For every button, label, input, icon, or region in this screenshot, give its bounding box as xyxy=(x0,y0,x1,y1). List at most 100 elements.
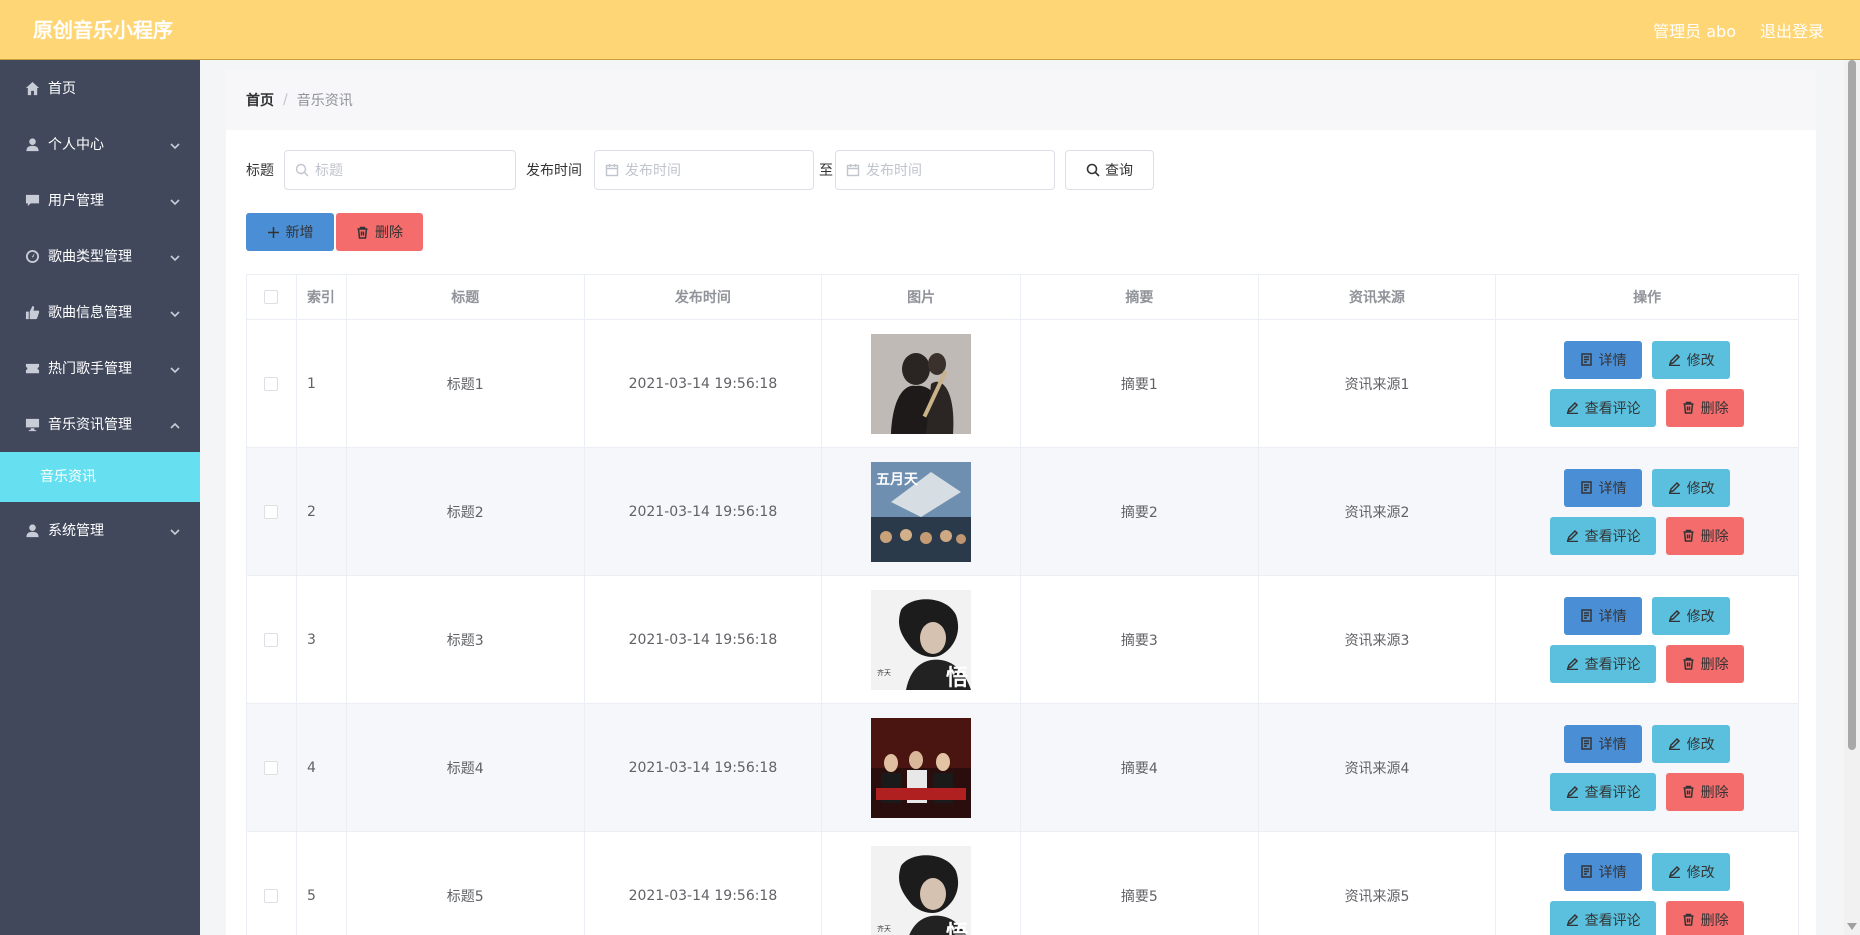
edit-button-label: 修改 xyxy=(1686,352,1715,369)
edit-button[interactable]: 修改 xyxy=(1652,852,1731,891)
cell-index: 1 xyxy=(297,320,347,447)
header-title: 标题 xyxy=(347,275,585,319)
select-all-checkbox[interactable] xyxy=(264,290,279,304)
submenu-item-music-news[interactable]: 音乐资讯 xyxy=(0,452,200,502)
edit-button[interactable]: 修改 xyxy=(1652,724,1731,763)
row-checkbox[interactable] xyxy=(264,504,279,519)
delete-button[interactable]: 删除 xyxy=(1666,644,1745,683)
delete-button-label: 删除 xyxy=(1700,400,1729,417)
cell-source: 资讯来源1 xyxy=(1259,320,1497,447)
view-comments-button[interactable]: 查看评论 xyxy=(1550,516,1657,555)
bulk-delete-label: 删除 xyxy=(375,225,403,241)
cell-title: 标题4 xyxy=(346,704,585,831)
sidebar-item-song-info-management[interactable]: 歌曲信息管理 xyxy=(0,284,200,340)
svg-text:齐天: 齐天 xyxy=(877,924,891,933)
logout-link[interactable]: 退出登录 xyxy=(1760,18,1824,42)
thumbs-up-icon xyxy=(24,304,40,320)
row-action-line: 查看评论 删除 xyxy=(1550,644,1745,683)
sidebar-item-home[interactable]: 首页 xyxy=(0,60,200,116)
sidebar-item-user-management[interactable]: 用户管理 xyxy=(0,172,200,228)
view-comments-button[interactable]: 查看评论 xyxy=(1550,772,1657,811)
breadcrumb-home[interactable]: 首页 xyxy=(246,90,274,110)
title-search-input[interactable]: 标题 xyxy=(284,150,516,190)
sidebar-item-label: 音乐资讯管理 xyxy=(48,417,132,433)
add-button[interactable]: 新增 xyxy=(246,213,334,251)
edit-button[interactable]: 修改 xyxy=(1652,468,1731,507)
edit-icon xyxy=(1668,353,1680,366)
view-comments-button[interactable]: 查看评论 xyxy=(1550,388,1657,427)
page-scrollbar[interactable] xyxy=(1844,60,1860,935)
delete-button-label: 删除 xyxy=(1700,656,1729,673)
row-select-cell xyxy=(247,576,297,703)
view-comments-label: 查看评论 xyxy=(1584,912,1641,929)
row-action-line: 详情 修改 xyxy=(1564,340,1731,379)
sidebar-item-label: 歌曲信息管理 xyxy=(48,305,132,321)
table-header-row: 索引 标题 发布时间 图片 摘要 资讯来源 操作 xyxy=(247,275,1798,320)
row-action-line: 查看评论 删除 xyxy=(1550,388,1745,427)
sidebar-item-hot-singer-management[interactable]: 热门歌手管理 xyxy=(0,340,200,396)
delete-button[interactable]: 删除 xyxy=(1666,900,1745,935)
add-button-label: 新增 xyxy=(285,225,314,241)
row-checkbox[interactable] xyxy=(264,632,279,647)
view-comments-label: 查看评论 xyxy=(1584,528,1641,545)
view-comments-button[interactable]: 查看评论 xyxy=(1550,644,1657,683)
cell-publish-time: 2021-03-14 19:56:18 xyxy=(584,704,823,831)
cell-image: 悟 齐天 xyxy=(822,832,1021,935)
cell-actions: 详情 修改查看评论 删除 xyxy=(1496,576,1798,703)
detail-button-label: 详情 xyxy=(1598,864,1627,881)
detail-button[interactable]: 详情 xyxy=(1564,596,1643,635)
cell-publish-time: 2021-03-14 19:56:18 xyxy=(585,832,823,935)
cell-actions: 详情 修改查看评论 删除 xyxy=(1496,320,1798,447)
edit-button[interactable]: 修改 xyxy=(1652,596,1731,635)
sidebar-item-system-management[interactable]: 系统管理 xyxy=(0,502,200,558)
sidebar-item-song-type-management[interactable]: 歌曲类型管理 xyxy=(0,228,200,284)
row-checkbox[interactable] xyxy=(264,376,279,391)
table-body: 1 标题1 2021-03-14 19:56:18 摘要1 资讯来源1 详情 修改 查看评论删… xyxy=(247,320,1798,935)
edit-button-label: 修改 xyxy=(1686,480,1715,497)
scroll-down-arrow-icon[interactable] xyxy=(1847,923,1857,931)
news-thumbnail xyxy=(871,717,972,818)
row-checkbox[interactable] xyxy=(264,760,279,775)
gauge-icon xyxy=(24,248,40,264)
scroll-thumb[interactable] xyxy=(1848,60,1856,750)
end-date-placeholder: 发布时间 xyxy=(866,163,922,179)
cell-title: 标题1 xyxy=(347,320,585,447)
cell-summary: 摘要4 xyxy=(1021,704,1259,831)
delete-button[interactable]: 删除 xyxy=(1666,516,1745,555)
chevron-down-icon xyxy=(170,363,180,374)
query-button[interactable]: 查询 xyxy=(1065,150,1154,190)
current-user[interactable]: 管理员 abo xyxy=(1653,18,1736,42)
detail-button[interactable]: 详情 xyxy=(1564,724,1643,763)
document-icon xyxy=(1580,737,1592,750)
detail-button[interactable]: 详情 xyxy=(1564,852,1643,891)
view-comments-button[interactable]: 查看评论 xyxy=(1550,900,1657,935)
cell-source: 资讯来源5 xyxy=(1259,832,1497,935)
search-icon xyxy=(295,163,309,177)
news-thumbnail: 悟 齐天 xyxy=(871,845,972,935)
sidebar-item-personal-center[interactable]: 个人中心 xyxy=(0,116,200,172)
edit-button[interactable]: 修改 xyxy=(1652,340,1731,379)
delete-button[interactable]: 删除 xyxy=(1666,772,1745,811)
date-range-separator: 至 xyxy=(819,163,833,179)
sidebar-item-label: 首页 xyxy=(48,81,76,97)
search-icon xyxy=(1086,163,1100,177)
start-date-input[interactable]: 发布时间 xyxy=(594,150,814,190)
row-select-cell xyxy=(247,320,297,447)
detail-button[interactable]: 详情 xyxy=(1564,340,1643,379)
detail-button[interactable]: 详情 xyxy=(1564,468,1643,507)
end-date-input[interactable]: 发布时间 xyxy=(835,150,1055,190)
bulk-delete-button[interactable]: 删除 xyxy=(336,213,423,251)
title-filter-label: 标题 xyxy=(246,163,274,179)
row-action-line: 详情 修改 xyxy=(1564,596,1731,635)
delete-button[interactable]: 删除 xyxy=(1666,388,1745,427)
cell-summary: 摘要3 xyxy=(1021,576,1259,703)
sidebar-item-music-news-management[interactable]: 音乐资讯管理 xyxy=(0,396,200,452)
calendar-icon xyxy=(846,163,860,177)
sidebar-item-label: 热门歌手管理 xyxy=(48,361,132,377)
cell-index: 3 xyxy=(297,576,347,703)
trash-icon xyxy=(1683,913,1694,926)
cell-summary: 摘要1 xyxy=(1021,320,1259,447)
chevron-up-icon xyxy=(170,419,180,429)
row-checkbox[interactable] xyxy=(264,888,279,903)
document-icon xyxy=(1580,481,1592,494)
